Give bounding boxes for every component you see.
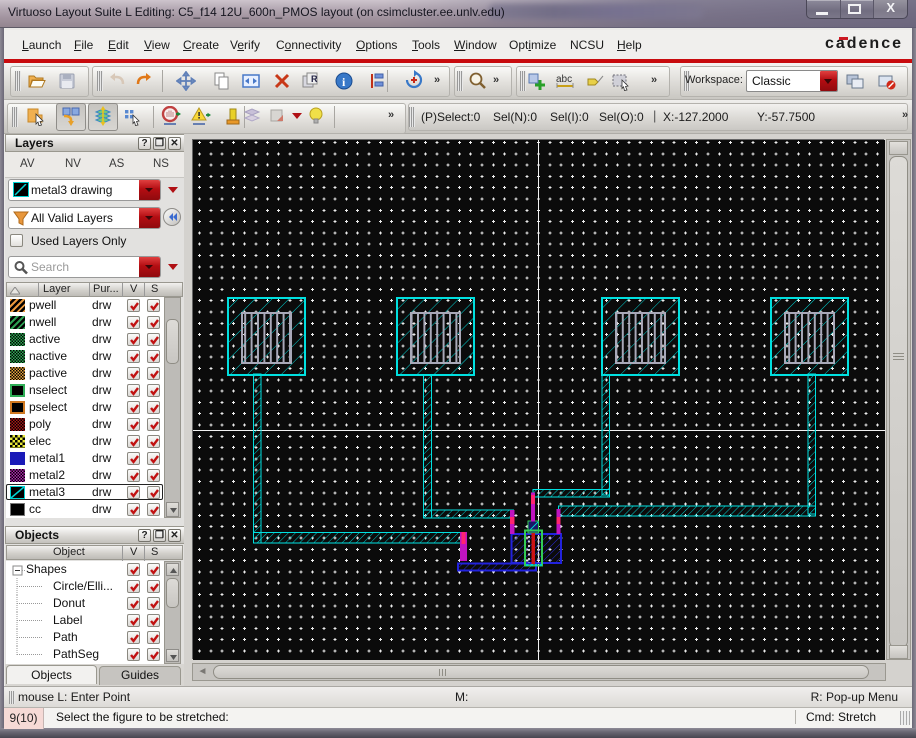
svg-text:R: R [311,74,318,84]
svg-text:abc: abc [556,74,572,85]
